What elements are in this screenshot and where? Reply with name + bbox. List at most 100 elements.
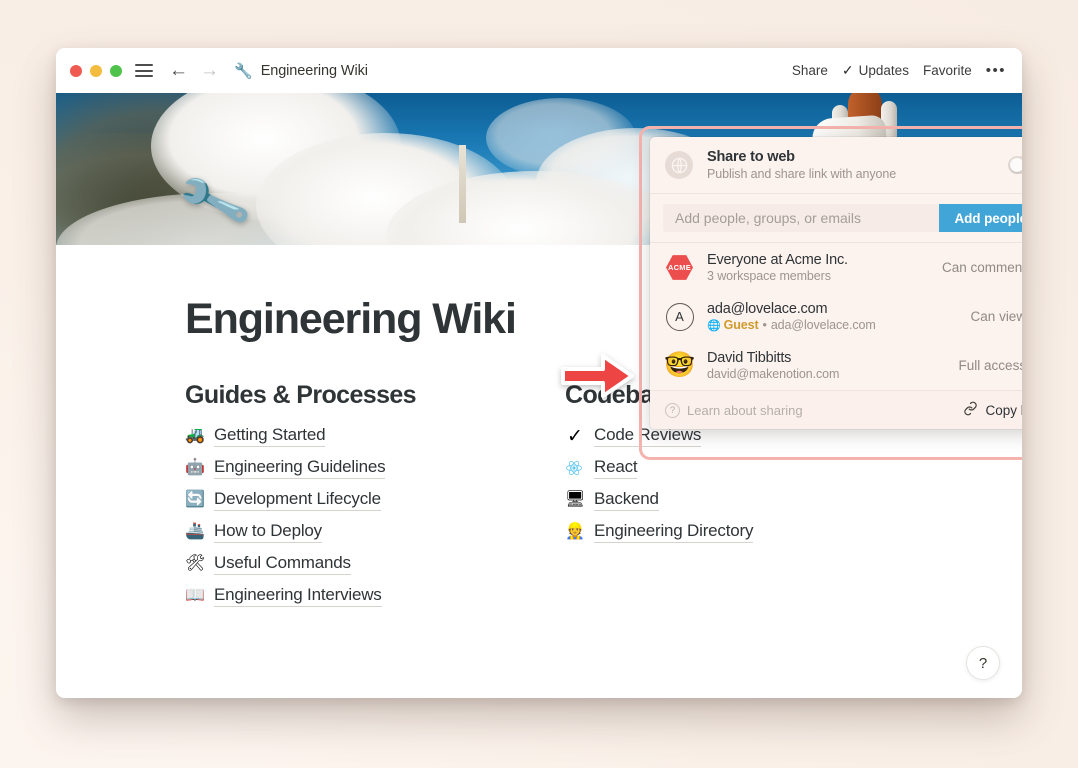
favorite-button[interactable]: Favorite	[923, 63, 972, 78]
guest-badge: 🌐 Guest	[707, 318, 759, 332]
permission-dropdown[interactable]: Can view ▼	[971, 309, 1022, 324]
list-item-label[interactable]: React	[594, 457, 637, 479]
person-subtitle: 3 workspace members	[707, 269, 942, 283]
share-to-web-title: Share to web	[707, 149, 1008, 165]
close-window-button[interactable]	[70, 65, 82, 77]
share-to-web-texts: Share to web Publish and share link with…	[707, 149, 1008, 181]
ship-icon: 🚢	[185, 524, 205, 540]
person-subtitle-text: 3 workspace members	[707, 269, 831, 283]
refresh-cycle-icon: 🔄	[185, 492, 205, 508]
minimize-window-button[interactable]	[90, 65, 102, 77]
permission-label: Can comment	[942, 260, 1022, 275]
list-item-label[interactable]: Engineering Guidelines	[214, 457, 385, 479]
open-book-icon: 📖	[185, 588, 205, 604]
person-email: david@makenotion.com	[707, 367, 839, 381]
person-texts: David Tibbitts david@makenotion.com	[707, 350, 959, 381]
share-to-web-toggle[interactable]	[1008, 156, 1022, 174]
avatar: A	[665, 302, 694, 331]
person-texts: Everyone at Acme Inc. 3 workspace member…	[707, 252, 942, 283]
permission-label: Full access	[959, 358, 1022, 373]
traffic-lights	[70, 65, 122, 77]
person-name: ada@lovelace.com	[707, 301, 971, 317]
robot-icon: 🤖	[185, 460, 205, 476]
globe-icon	[665, 151, 693, 179]
list-item-label[interactable]: How to Deploy	[214, 521, 322, 543]
construction-worker-icon: 👷	[565, 524, 585, 540]
list-item[interactable]: 🚢 How to Deploy	[185, 516, 565, 548]
react-logo-icon	[565, 459, 585, 477]
column-heading: Guides & Processes	[185, 381, 565, 410]
table-row[interactable]: ACME Everyone at Acme Inc. 3 workspace m…	[650, 243, 1022, 292]
add-people-button[interactable]: Add people	[939, 204, 1023, 232]
avatar: 🤓	[665, 351, 694, 380]
app-window: ← → 🔧 Engineering Wiki Share ✓ Updates F…	[56, 48, 1022, 698]
table-row[interactable]: 🤓 David Tibbitts david@makenotion.com Fu…	[650, 341, 1022, 390]
forward-arrow-icon[interactable]: →	[200, 61, 219, 80]
list-item[interactable]: 🤖 Engineering Guidelines	[185, 452, 565, 484]
toggle-knob	[1010, 158, 1022, 172]
annotation-arrow-icon	[561, 351, 635, 401]
add-people-input[interactable]	[663, 204, 939, 232]
learn-about-sharing-link[interactable]: ? Learn about sharing	[665, 403, 803, 418]
list-item[interactable]: 🛠 Useful Commands	[185, 548, 565, 580]
learn-label: Learn about sharing	[687, 403, 803, 418]
page-title-breadcrumb[interactable]: Engineering Wiki	[261, 63, 368, 79]
person-name: Everyone at Acme Inc.	[707, 252, 942, 268]
person-name: David Tibbitts	[707, 350, 959, 366]
avatar: ACME	[665, 253, 694, 282]
guest-label: Guest	[724, 318, 759, 332]
list-item-label[interactable]: Development Lifecycle	[214, 489, 381, 511]
list-item-label[interactable]: Engineering Interviews	[214, 585, 382, 607]
link-icon	[963, 401, 978, 419]
list-item[interactable]: 🚜 Getting Started	[185, 420, 565, 452]
share-to-web-subtitle: Publish and share link with anyone	[707, 167, 1008, 181]
title-bar: ← → 🔧 Engineering Wiki Share ✓ Updates F…	[56, 48, 1022, 93]
person-texts: ada@lovelace.com 🌐 Guest • ada@lovelace.…	[707, 301, 971, 332]
person-subtitle: david@makenotion.com	[707, 367, 959, 381]
add-people-row: Add people	[650, 194, 1022, 243]
list-item[interactable]: 👷 Engineering Directory	[565, 516, 945, 548]
list-item[interactable]: 🖥 Backend	[565, 484, 945, 516]
question-circle-icon: ?	[665, 403, 680, 418]
copy-link-label: Copy link	[985, 403, 1022, 418]
column-guides-processes: Guides & Processes 🚜 Getting Started 🤖 E…	[185, 381, 565, 612]
list-item-label[interactable]: Backend	[594, 489, 659, 511]
permission-dropdown[interactable]: Can comment ▼	[942, 260, 1022, 275]
face-avatar-icon: 🤓	[664, 353, 695, 378]
person-subtitle: 🌐 Guest • ada@lovelace.com	[707, 318, 971, 332]
subtitle-separator: •	[763, 318, 767, 332]
updates-label: Updates	[859, 63, 909, 78]
desktop-computer-icon: 🖥	[565, 492, 585, 508]
list-item[interactable]: React	[565, 452, 945, 484]
check-icon: ✓	[842, 62, 854, 79]
letter-avatar: A	[666, 303, 694, 331]
guest-globe-icon: 🌐	[707, 319, 721, 332]
list-item-label[interactable]: Engineering Directory	[594, 521, 753, 543]
permission-dropdown[interactable]: Full access ▼	[959, 358, 1022, 373]
more-options-icon[interactable]: •••	[986, 67, 1006, 75]
list-item[interactable]: 📖 Engineering Interviews	[185, 580, 565, 612]
share-dialog-footer: ? Learn about sharing Copy link	[650, 390, 1022, 429]
back-arrow-icon[interactable]: ←	[169, 61, 188, 80]
acme-logo-icon: ACME	[666, 254, 693, 281]
share-dialog: Share to web Publish and share link with…	[650, 137, 1022, 429]
help-button[interactable]: ?	[966, 646, 1000, 680]
copy-link-button[interactable]: Copy link	[963, 401, 1022, 419]
list-item-label[interactable]: Getting Started	[214, 425, 325, 447]
tractor-icon: 🚜	[185, 428, 205, 444]
list-item-label[interactable]: Useful Commands	[214, 553, 351, 575]
maximize-window-button[interactable]	[110, 65, 122, 77]
table-row[interactable]: A ada@lovelace.com 🌐 Guest • ada@lovelac…	[650, 292, 1022, 341]
check-mark-icon: ✓	[565, 427, 585, 446]
list-item[interactable]: 🔄 Development Lifecycle	[185, 484, 565, 516]
sidebar-toggle-icon[interactable]	[135, 64, 153, 77]
share-to-web-row[interactable]: Share to web Publish and share link with…	[650, 137, 1022, 194]
launch-tower	[459, 145, 466, 223]
permission-label: Can view	[971, 309, 1022, 324]
wrench-icon: 🔧	[234, 62, 253, 80]
person-email: ada@lovelace.com	[771, 318, 876, 332]
share-button[interactable]: Share	[792, 63, 828, 78]
hammer-and-wrench-icon: 🛠	[185, 556, 205, 572]
updates-button[interactable]: ✓ Updates	[842, 62, 909, 79]
title-bar-actions: Share ✓ Updates Favorite •••	[792, 62, 1006, 79]
